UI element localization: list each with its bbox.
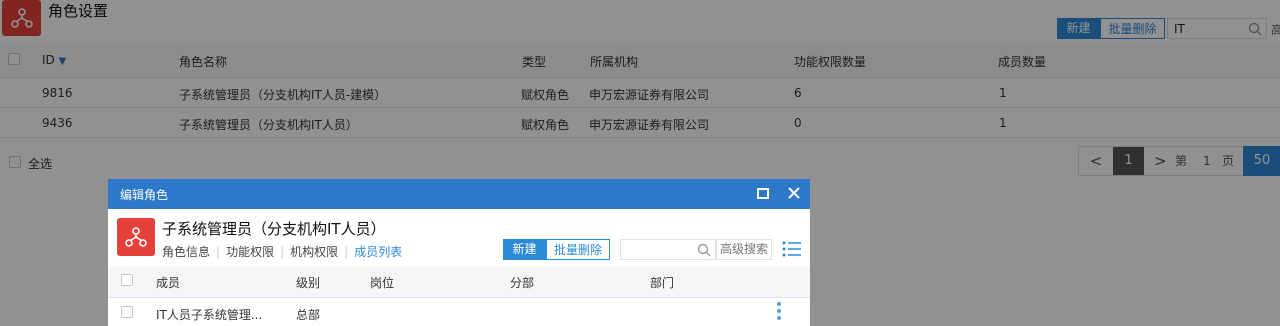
cell-level: 总部 bbox=[296, 308, 321, 322]
edit-role-dialog: 编辑角色 子系统管理员（分支机构IT人员） 角色信息 | 功能权限 | 机构权限 | 成员列… bbox=[108, 179, 810, 326]
dialog-tabs: 角色信息 | 功能权限 | 机构权限 | 成员列表 bbox=[162, 243, 403, 260]
dialog-title: 编辑角色 bbox=[120, 188, 169, 202]
member-search-input[interactable] bbox=[620, 239, 716, 260]
new-member-button[interactable]: 新建 bbox=[503, 239, 546, 260]
col-position: 岗位 bbox=[370, 276, 395, 290]
col-member: 成员 bbox=[156, 276, 181, 290]
role-title: 子系统管理员（分支机构IT人员） bbox=[162, 220, 386, 238]
search-icon[interactable] bbox=[697, 243, 711, 260]
batch-delete-member-button[interactable]: 批量删除 bbox=[546, 239, 610, 260]
advanced-search-button[interactable]: 高级搜索 bbox=[716, 239, 772, 260]
header-checkbox[interactable] bbox=[121, 274, 133, 286]
cell-member: IT人员子系统管理... bbox=[156, 308, 263, 322]
col-branch: 分部 bbox=[510, 276, 535, 290]
close-icon[interactable] bbox=[786, 185, 802, 204]
member-table-header: 成员 级别 岗位 分部 部门 bbox=[108, 267, 810, 298]
dialog-header: 编辑角色 bbox=[108, 179, 810, 209]
col-level: 级别 bbox=[296, 276, 321, 290]
tab-member-list[interactable]: 成员列表 bbox=[354, 243, 402, 260]
maximize-icon[interactable] bbox=[757, 188, 769, 199]
tab-org-permissions[interactable]: 机构权限 bbox=[290, 243, 338, 260]
more-vertical-icon[interactable] bbox=[777, 302, 782, 323]
org-structure-icon bbox=[117, 218, 155, 256]
col-department: 部门 bbox=[650, 276, 675, 290]
tab-role-info[interactable]: 角色信息 bbox=[162, 243, 210, 260]
table-row[interactable]: IT人员子系统管理... 总部 bbox=[108, 298, 810, 326]
list-icon[interactable] bbox=[782, 241, 802, 260]
tab-function-permissions[interactable]: 功能权限 bbox=[226, 243, 274, 260]
row-checkbox[interactable] bbox=[121, 306, 133, 318]
